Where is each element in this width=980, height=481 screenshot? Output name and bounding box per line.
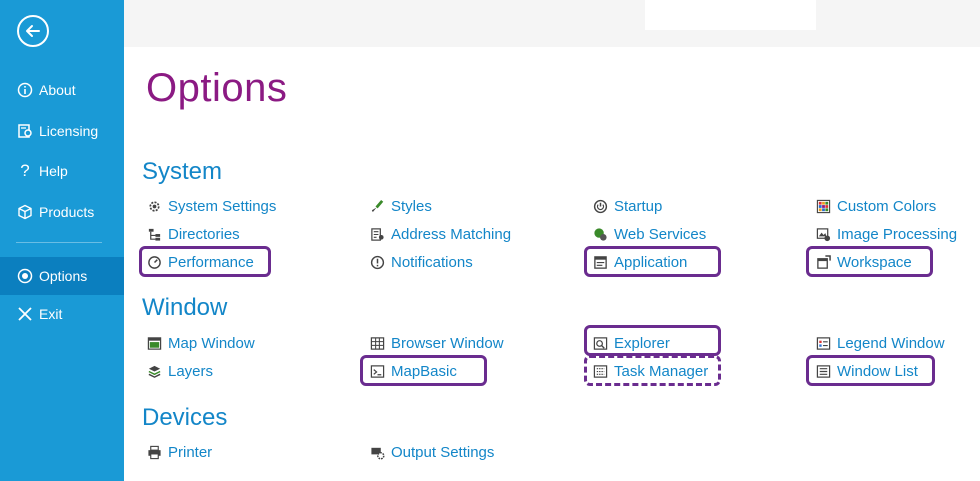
explorer-icon xyxy=(592,335,608,351)
option-image-processing[interactable]: Image Processing xyxy=(815,223,957,245)
sidebar-item-help[interactable]: ? Help xyxy=(0,152,124,190)
option-workspace[interactable]: Workspace xyxy=(815,251,912,273)
option-label: Performance xyxy=(168,253,254,271)
sidebar-item-label: Help xyxy=(39,163,68,179)
output-settings-icon xyxy=(369,444,385,460)
layers-icon xyxy=(146,363,162,379)
sidebar-item-products[interactable]: Products xyxy=(0,193,124,231)
sidebar-item-label: Products xyxy=(39,204,95,220)
section-title-system: System xyxy=(142,158,223,185)
option-label: Styles xyxy=(391,197,432,215)
legend-icon xyxy=(815,335,831,351)
sidebar-item-label: About xyxy=(39,82,76,98)
sidebar: About Licensing ? Help Products Options … xyxy=(0,0,124,481)
sidebar-item-licensing[interactable]: Licensing xyxy=(0,112,124,150)
cube-icon xyxy=(16,203,34,221)
page-title: Options xyxy=(146,66,288,110)
option-label: Custom Colors xyxy=(837,197,937,215)
color-grid-icon xyxy=(815,198,831,214)
option-browser-window[interactable]: Browser Window xyxy=(369,332,504,354)
top-bar xyxy=(124,0,980,47)
option-label: Explorer xyxy=(614,334,670,352)
sidebar-item-label: Licensing xyxy=(39,123,99,139)
table-icon xyxy=(369,335,385,351)
top-bar-panel xyxy=(645,0,816,30)
option-task-manager[interactable]: Task Manager xyxy=(592,360,708,382)
option-explorer[interactable]: Explorer xyxy=(592,332,670,354)
license-icon xyxy=(16,122,34,140)
option-label: Task Manager xyxy=(614,362,709,380)
application-icon xyxy=(592,254,608,270)
address-match-icon xyxy=(369,226,385,242)
option-label: Web Services xyxy=(614,225,707,243)
question-icon: ? xyxy=(20,161,30,180)
option-label: Layers xyxy=(168,362,214,380)
sidebar-item-label: Exit xyxy=(39,306,63,322)
option-label: System Settings xyxy=(168,197,277,215)
option-layers[interactable]: Layers xyxy=(146,360,213,382)
window-list-icon xyxy=(815,363,831,379)
option-label: Image Processing xyxy=(837,225,958,243)
gear-icon xyxy=(146,198,162,214)
power-icon xyxy=(592,198,608,214)
globe-icon xyxy=(592,226,608,242)
option-label: Notifications xyxy=(391,253,473,271)
map-window-icon xyxy=(146,335,162,351)
back-arrow-icon xyxy=(26,25,40,37)
option-label: Window List xyxy=(837,362,918,380)
option-legend-window[interactable]: Legend Window xyxy=(815,332,945,354)
gauge-icon xyxy=(146,254,162,270)
option-web-services[interactable]: Web Services xyxy=(592,223,706,245)
option-system-settings[interactable]: System Settings xyxy=(146,195,276,217)
back-button[interactable] xyxy=(17,15,49,47)
option-custom-colors[interactable]: Custom Colors xyxy=(815,195,936,217)
console-icon xyxy=(369,363,385,379)
option-label: Startup xyxy=(614,197,663,215)
option-window-list[interactable]: Window List xyxy=(815,360,918,382)
option-startup[interactable]: Startup xyxy=(592,195,662,217)
sidebar-item-exit[interactable]: Exit xyxy=(0,295,124,333)
image-icon xyxy=(815,226,831,242)
sidebar-item-options[interactable]: Options xyxy=(0,257,124,295)
option-label: Address Matching xyxy=(391,225,512,243)
task-list-icon xyxy=(592,363,608,379)
option-performance[interactable]: Performance xyxy=(146,251,254,273)
option-label: Output Settings xyxy=(391,443,495,461)
section-title-window: Window xyxy=(142,294,228,321)
info-icon xyxy=(16,81,34,99)
option-mapbasic[interactable]: MapBasic xyxy=(369,360,457,382)
option-styles[interactable]: Styles xyxy=(369,195,432,217)
printer-icon xyxy=(146,444,162,460)
sidebar-item-about[interactable]: About xyxy=(0,71,124,109)
option-output-settings[interactable]: Output Settings xyxy=(369,441,494,463)
option-label: Application xyxy=(614,253,688,271)
radio-selected-icon xyxy=(16,267,34,285)
alert-icon xyxy=(369,254,385,270)
option-label: Workspace xyxy=(837,253,912,271)
option-label: Browser Window xyxy=(391,334,504,352)
workspace-icon xyxy=(815,254,831,270)
sidebar-divider xyxy=(16,242,102,243)
paint-brush-icon xyxy=(369,198,385,214)
option-label: MapBasic xyxy=(391,362,457,380)
folder-tree-icon xyxy=(146,226,162,242)
option-label: Legend Window xyxy=(837,334,945,352)
option-notifications[interactable]: Notifications xyxy=(369,251,473,273)
section-title-devices: Devices xyxy=(142,404,228,431)
option-label: Printer xyxy=(168,443,213,461)
option-address-matching[interactable]: Address Matching xyxy=(369,223,511,245)
option-map-window[interactable]: Map Window xyxy=(146,332,255,354)
sidebar-item-label: Options xyxy=(39,268,88,284)
option-application[interactable]: Application xyxy=(592,251,687,273)
option-label: Directories xyxy=(168,225,240,243)
option-label: Map Window xyxy=(168,334,255,352)
option-directories[interactable]: Directories xyxy=(146,223,240,245)
close-icon xyxy=(16,305,34,323)
option-printer[interactable]: Printer xyxy=(146,441,212,463)
